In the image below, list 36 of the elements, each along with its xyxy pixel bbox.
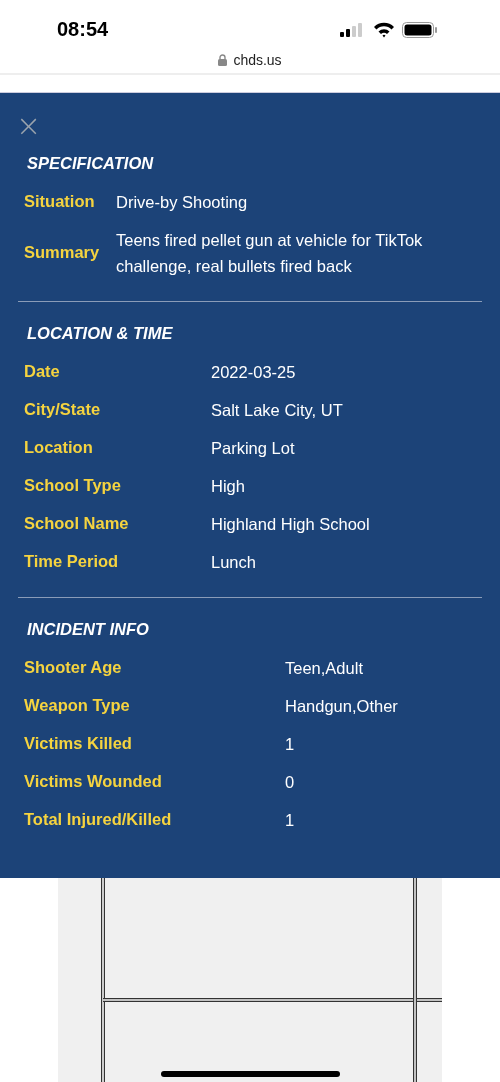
field-value: Highland High School — [211, 514, 371, 535]
field-label: Shooter Age — [24, 657, 123, 679]
field-label: Situation — [24, 191, 96, 213]
field-value: High — [211, 476, 246, 497]
url-text[interactable]: chds.us — [233, 52, 282, 68]
field-label: Total Injured/Killed — [24, 809, 173, 831]
section-heading: SPECIFICATION — [27, 154, 155, 173]
field-value: 0 — [285, 772, 296, 793]
section-heading: INCIDENT INFO — [27, 620, 150, 639]
field-label: Weapon Type — [24, 695, 131, 717]
field-label: Victims Wounded — [24, 771, 163, 793]
field-label: Victims Killed — [24, 733, 133, 755]
battery-icon — [402, 21, 438, 38]
wifi-icon — [373, 21, 395, 38]
field-value: Lunch — [211, 552, 257, 573]
field-value: Teen,Adult — [285, 658, 364, 679]
section-heading: LOCATION & TIME — [27, 324, 174, 343]
field-label: Location — [24, 437, 94, 459]
field-label: Date — [24, 361, 61, 383]
field-label: School Type — [24, 475, 122, 497]
field-value: Teens fired pellet gun at vehicle for TikTok challenge, real bullets fired back — [116, 230, 424, 277]
field-value: 2022-03-25 — [211, 362, 297, 383]
home-indicator[interactable] — [161, 1071, 340, 1077]
field-label: Summary — [24, 242, 101, 264]
lock-icon — [218, 54, 228, 66]
field-value: 1 — [285, 734, 296, 755]
status-time: 08:54 — [57, 18, 109, 41]
field-value: 1 — [285, 810, 296, 831]
field-value: Salt Lake City, UT — [211, 400, 344, 421]
field-label: Time Period — [24, 551, 120, 573]
field-value: Drive-by Shooting — [116, 192, 249, 213]
field-value: Handgun,Other — [285, 696, 399, 717]
field-label: School Name — [24, 513, 130, 535]
field-label: City/State — [24, 399, 102, 421]
close-button[interactable]: × — [16, 113, 42, 139]
field-value: Parking Lot — [211, 438, 296, 459]
